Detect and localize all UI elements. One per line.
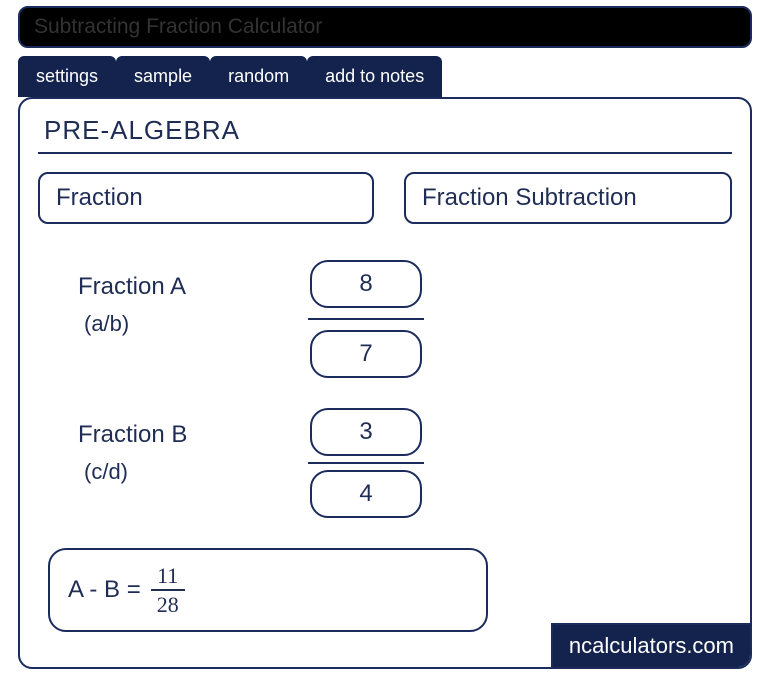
fraction-a-inputs: 8 7 bbox=[308, 260, 424, 378]
result-fraction-line bbox=[151, 589, 185, 591]
section-title: PRE-ALGEBRA bbox=[38, 115, 732, 154]
tabs: settings sample random add to notes bbox=[18, 56, 770, 97]
result-label: A - B = bbox=[68, 576, 141, 604]
tab-random[interactable]: random bbox=[210, 56, 307, 97]
fraction-b-denominator-input[interactable]: 4 bbox=[310, 470, 422, 518]
result-box: A - B = 11 28 bbox=[48, 548, 488, 632]
result-denominator: 28 bbox=[157, 593, 179, 616]
fraction-a-denominator-input[interactable]: 7 bbox=[310, 330, 422, 378]
fraction-b-sublabel: (c/d) bbox=[84, 454, 218, 489]
fraction-a-row: Fraction A (a/b) 8 7 bbox=[78, 260, 732, 378]
fraction-b-numerator-input[interactable]: 3 bbox=[310, 408, 422, 456]
fraction-a-label: Fraction A (a/b) bbox=[78, 260, 218, 342]
calculator-panel: PRE-ALGEBRA Fraction Fraction Subtractio… bbox=[18, 97, 752, 669]
fraction-a-numerator-input[interactable]: 8 bbox=[310, 260, 422, 308]
fraction-b-inputs: 3 4 bbox=[308, 408, 424, 518]
fraction-a-name: Fraction A bbox=[78, 273, 186, 300]
tab-add-to-notes[interactable]: add to notes bbox=[307, 56, 442, 97]
fraction-b-name: Fraction B bbox=[78, 421, 187, 448]
title-bar: Subtracting Fraction Calculator bbox=[18, 6, 752, 48]
tab-settings[interactable]: settings bbox=[18, 56, 116, 97]
fraction-a-sublabel: (a/b) bbox=[84, 306, 218, 341]
pill-fraction[interactable]: Fraction bbox=[38, 172, 374, 224]
pill-row: Fraction Fraction Subtraction bbox=[38, 172, 732, 224]
tab-sample[interactable]: sample bbox=[116, 56, 210, 97]
title-text: Subtracting Fraction Calculator bbox=[34, 15, 322, 39]
brand-badge[interactable]: ncalculators.com bbox=[551, 623, 750, 667]
pill-fraction-subtraction[interactable]: Fraction Subtraction bbox=[404, 172, 732, 224]
fraction-a-divider bbox=[308, 318, 424, 320]
fraction-b-row: Fraction B (c/d) 3 4 bbox=[78, 408, 732, 518]
result-fraction: 11 28 bbox=[151, 564, 185, 616]
result-numerator: 11 bbox=[157, 564, 178, 587]
fraction-b-divider bbox=[308, 462, 424, 464]
fraction-b-label: Fraction B (c/d) bbox=[78, 408, 218, 490]
